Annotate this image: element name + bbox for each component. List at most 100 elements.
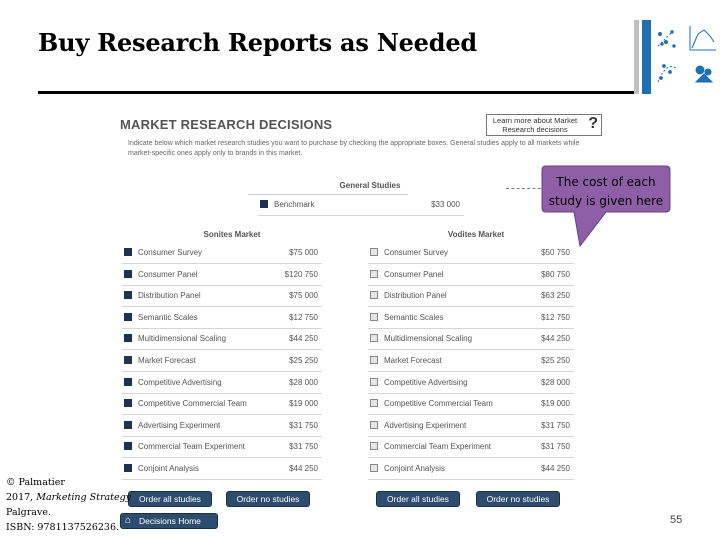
sonites-row: Competitive Advertising $28 000 (122, 373, 322, 394)
sonites-study-name: Semantic Scales (138, 312, 198, 322)
vodites-checkbox[interactable] (370, 399, 378, 408)
vodites-study-name: Distribution Panel (384, 291, 447, 301)
vodites-study-price: $19 000 (541, 399, 570, 409)
vodites-study-name: Advertising Experiment (384, 420, 467, 430)
vodites-study-name: Conjoint Analysis (384, 464, 445, 473)
sonites-study-price: $31 750 (289, 442, 318, 452)
sonites-checkbox[interactable] (124, 334, 132, 343)
copyright-book: Marketing Strategy (36, 492, 132, 503)
sonites-study-name: Competitive Commercial Team (138, 399, 247, 409)
vodites-study-price: $44 250 (541, 334, 570, 344)
vodites-study-name: Market Forecast (384, 356, 442, 365)
vodites-study-name: Consumer Panel (384, 269, 444, 279)
callout-text: The cost of each study is given here (548, 175, 664, 208)
vodites-row: Consumer Panel $80 750 (368, 265, 574, 286)
vodites-checkbox[interactable] (370, 356, 378, 364)
vodites-study-name: Competitive Commercial Team (384, 399, 493, 409)
vodites-study-price: $12 750 (541, 312, 570, 322)
vodites-checkbox[interactable] (370, 291, 378, 300)
sonites-row: Commercial Team Experiment $31 750 (122, 437, 322, 459)
sonites-study-name: Advertising Experiment (138, 420, 221, 430)
vodites-study-price: $44 250 (541, 464, 570, 473)
vodites-study-price: $31 750 (541, 420, 570, 430)
vodites-checkbox[interactable] (370, 377, 378, 386)
deco-bar-blue (642, 20, 651, 94)
vodites-checkbox[interactable] (370, 442, 378, 451)
sonites-checkbox[interactable] (124, 399, 132, 408)
slide-title: Buy Research Reports as Needed (38, 28, 477, 57)
vodites-checkbox[interactable] (370, 269, 378, 278)
sonites-study-price: $120 750 (284, 269, 318, 279)
sonites-study-price: $75 000 (289, 291, 318, 301)
vodites-row: Semantic Scales $12 750 (368, 308, 574, 329)
sonites-study-name: Market Forecast (138, 356, 196, 365)
page-number: 55 (670, 514, 683, 526)
sonites-row: Semantic Scales $12 750 (122, 308, 322, 329)
vodites-row: Market Forecast $25 250 (368, 351, 574, 372)
sonites-order-none-button[interactable]: Order no studies (226, 491, 310, 507)
vodites-study-name: Multidimensional Scaling (384, 334, 473, 344)
sonites-checkbox[interactable] (124, 248, 132, 256)
vodites-checkbox[interactable] (370, 464, 378, 472)
sonites-checkbox[interactable] (124, 442, 132, 451)
copyright-isbn: ISBN: 9781137526236. (6, 522, 120, 533)
vodites-row: Competitive Commercial Team $19 000 (368, 394, 574, 416)
sonites-study-price: $44 250 (289, 464, 318, 473)
decisions-home-button[interactable]: ⌂ Decisions Home (120, 513, 218, 529)
vodites-checkbox[interactable] (370, 312, 378, 321)
sonites-row: Consumer Survey $75 000 (122, 243, 322, 264)
market-research-panel: MARKET RESEARCH DECISIONS Learn more abo… (116, 110, 608, 530)
vodites-study-name: Consumer Survey (384, 248, 449, 257)
general-row: Benchmark $33 000 (258, 195, 464, 216)
copyright-notice: © Palmatier 2017, Marketing Strategy Pal… (6, 475, 131, 535)
sonites-study-price: $12 750 (289, 312, 318, 322)
sonites-checkbox[interactable] (124, 312, 132, 321)
deco-bar-gray (634, 20, 639, 94)
sonites-row: Market Forecast $25 250 (122, 351, 322, 372)
vodites-row: Competitive Advertising $28 000 (368, 373, 574, 394)
sonites-row: Multidimensional Scaling $44 250 (122, 329, 322, 351)
instructions-text: Indicate below which market research stu… (128, 140, 580, 157)
vodites-order-none-button[interactable]: Order no studies (476, 491, 560, 507)
sonites-checkbox[interactable] (124, 377, 132, 386)
decorative-graph-icons (657, 26, 716, 83)
vodites-study-price: $63 250 (541, 291, 570, 301)
sonites-row: Advertising Experiment $31 750 (122, 416, 322, 437)
vodites-study-price: $25 250 (541, 356, 570, 365)
sonites-study-price: $75 000 (289, 248, 318, 257)
sonites-checkbox[interactable] (124, 269, 132, 278)
vodites-study-name: Competitive Advertising (384, 377, 468, 387)
general-checkbox[interactable] (260, 200, 268, 208)
sonites-order-all-button[interactable]: Order all studies (128, 491, 212, 507)
sonites-study-price: $25 250 (289, 356, 318, 365)
vodites-row: Commercial Team Experiment $31 750 (368, 437, 574, 459)
vodites-order-all-button[interactable]: Order all studies (376, 491, 460, 507)
vodites-checkbox[interactable] (370, 420, 378, 429)
learn-more-button[interactable]: Learn more about Market Research decisio… (486, 114, 602, 136)
sonites-row: Conjoint Analysis $44 250 (122, 459, 322, 480)
sonites-study-price: $28 000 (289, 377, 318, 387)
help-question-icon: ? (588, 115, 598, 132)
learn-more-label: Learn more about Market Research decisio… (492, 116, 578, 134)
vodites-market-label: Vodites Market (447, 230, 505, 239)
sonites-checkbox[interactable] (124, 464, 132, 472)
vodites-checkbox[interactable] (370, 248, 378, 256)
sonites-study-name: Conjoint Analysis (138, 464, 199, 473)
sonites-study-price: $44 250 (289, 334, 318, 344)
decisions-home-label: Decisions Home (139, 516, 201, 526)
sonites-checkbox[interactable] (124, 420, 132, 429)
vodites-study-name: Commercial Team Experiment (384, 442, 491, 452)
sonites-study-name: Consumer Panel (138, 269, 198, 279)
vodites-study-price: $80 750 (541, 269, 570, 279)
general-studies-label: General Studies (339, 181, 401, 190)
sonites-checkbox[interactable] (124, 291, 132, 300)
vodites-row: Conjoint Analysis $44 250 (368, 459, 574, 480)
vodites-study-name: Semantic Scales (384, 312, 444, 322)
sonites-study-price: $31 750 (289, 420, 318, 430)
sonites-study-name: Consumer Survey (138, 248, 203, 257)
sonites-checkbox[interactable] (124, 356, 132, 364)
vodites-checkbox[interactable] (370, 334, 378, 343)
vodites-study-price: $28 000 (541, 377, 570, 387)
copyright-line2: 2017, Marketing Strategy (6, 490, 131, 505)
sonites-row: Consumer Panel $120 750 (122, 265, 322, 286)
